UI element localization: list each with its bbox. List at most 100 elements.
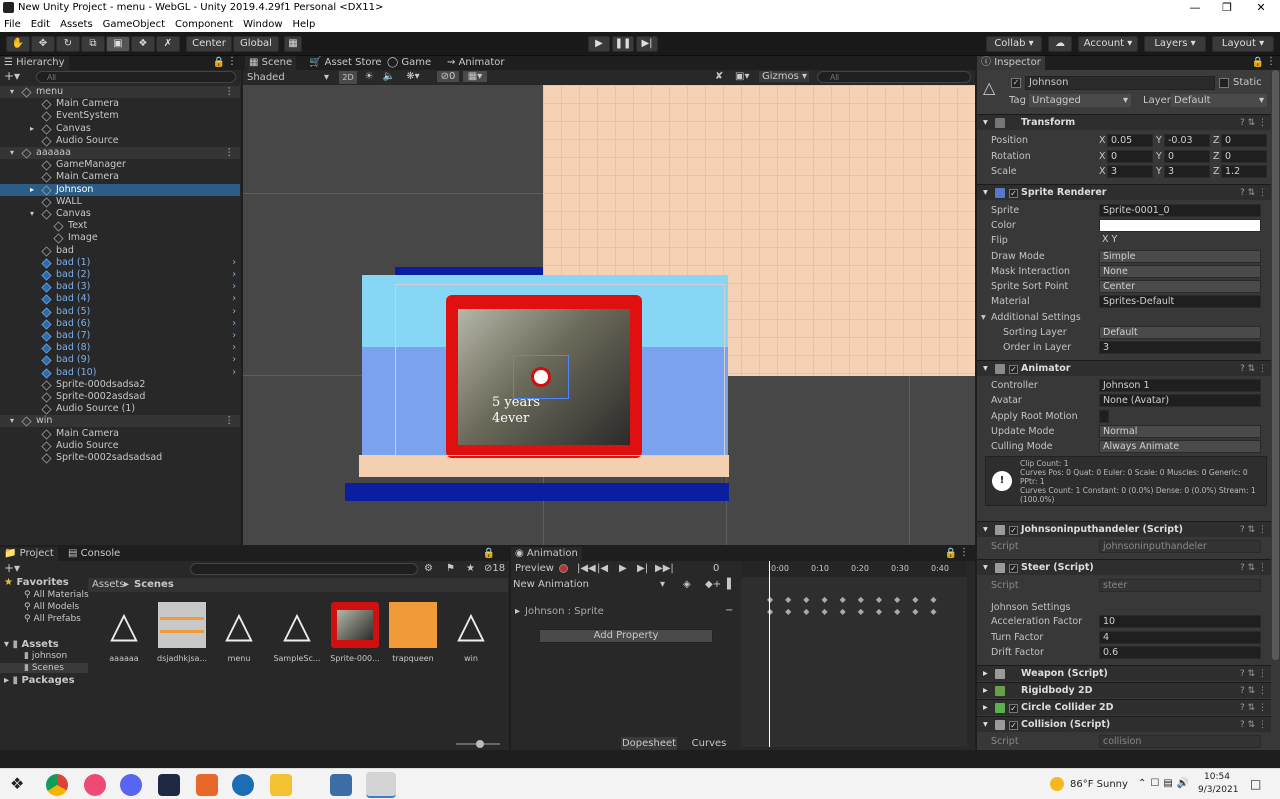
app-icon[interactable] xyxy=(196,774,218,796)
minimize-button[interactable]: — xyxy=(1180,0,1210,16)
favorite-star-icon[interactable]: ★ xyxy=(466,563,475,574)
itunes-icon[interactable] xyxy=(84,774,106,796)
johnsoninputhandeler-header[interactable]: ▾ ✓ Johnsoninputhandeler (Script)? ⇅ ⋮ xyxy=(977,521,1271,537)
filter-type-icon[interactable]: ⚙ xyxy=(424,563,433,574)
rotation-z-field[interactable]: 0 xyxy=(1221,149,1267,163)
component-menu-icon[interactable]: ? ⇅ ⋮ xyxy=(1240,522,1267,538)
component-menu-icon[interactable]: ? ⇅ ⋮ xyxy=(1240,560,1267,576)
field-value[interactable]: 10 xyxy=(1099,615,1261,628)
hierarchy-item[interactable]: Main Camera xyxy=(0,428,240,440)
play-icon[interactable]: ▶ xyxy=(619,563,627,574)
lighting-icon[interactable]: ☀ xyxy=(361,71,377,82)
hidden-packages-count[interactable]: ⊘18 xyxy=(484,563,505,574)
cloud-icon[interactable]: ☁ xyxy=(1048,36,1072,52)
additional-settings-foldout[interactable]: ▾ Additional Settings xyxy=(977,310,1271,325)
transform-tool-icon[interactable]: ❖ xyxy=(131,36,155,52)
first-key-icon[interactable]: |◀◀ xyxy=(577,563,596,574)
pause-button[interactable]: ❚❚ xyxy=(612,36,634,52)
chevron-right-icon[interactable]: › xyxy=(232,318,236,330)
field-value[interactable]: Johnson 1 xyxy=(1099,379,1261,392)
add-property-button[interactable]: Add Property xyxy=(539,629,713,643)
hierarchy-item[interactable]: bad (6) › xyxy=(0,318,240,330)
kebab-menu-icon[interactable]: ⋮ xyxy=(225,415,235,427)
assets-folder[interactable]: ▾ ▮ Assets xyxy=(4,639,59,650)
hierarchy-item[interactable]: Sprite-000dsadsa2 xyxy=(0,379,240,391)
chrome-icon[interactable] xyxy=(46,774,68,796)
record-icon[interactable] xyxy=(559,564,568,573)
order-in-layer-field[interactable]: 3 xyxy=(1099,341,1261,354)
kebab-menu-icon[interactable]: ⋮ xyxy=(225,147,235,159)
tab-asset-store[interactable]: 🛒 Asset Store xyxy=(305,56,386,70)
hierarchy-item[interactable]: GameManager xyxy=(0,159,240,171)
chevron-right-icon[interactable]: › xyxy=(232,354,236,366)
slider-thumb[interactable] xyxy=(476,740,484,748)
asset-item[interactable]: △ aaaaaa xyxy=(99,602,149,664)
chevron-right-icon[interactable]: › xyxy=(232,269,236,281)
asset-item[interactable]: △ SampleSc... xyxy=(272,602,322,664)
field-value[interactable]: 4 xyxy=(1099,630,1261,644)
layers-dropdown[interactable]: Layers ▾ xyxy=(1144,36,1206,52)
tab-console[interactable]: ▤ Console xyxy=(64,547,124,561)
lock-icon[interactable]: 🔒 xyxy=(483,548,495,559)
position-x-field[interactable]: 0.05 xyxy=(1107,134,1153,147)
asset-item[interactable]: △ win xyxy=(446,602,496,664)
pivot-global-toggle[interactable]: Global xyxy=(233,36,279,52)
hierarchy-item[interactable]: bad (2) › xyxy=(0,269,240,281)
kebab-menu-icon[interactable]: ⋮ xyxy=(225,86,235,98)
move-gizmo-icon[interactable] xyxy=(531,367,551,387)
menu-component[interactable]: Component xyxy=(175,19,233,30)
add-event-icon[interactable]: ▌ xyxy=(727,579,735,590)
position-y-field[interactable]: -0.03 xyxy=(1164,134,1210,147)
rotate-tool-icon[interactable]: ↻ xyxy=(56,36,80,52)
tab-animation[interactable]: ◉ Animation xyxy=(511,547,582,561)
inspector-scrollbar[interactable] xyxy=(1272,70,1279,660)
weather-icon[interactable] xyxy=(1050,777,1064,791)
hierarchy-item[interactable]: Main Camera xyxy=(0,98,240,110)
menu-edit[interactable]: Edit xyxy=(31,19,50,30)
enabled-checkbox[interactable]: ✓ xyxy=(1009,365,1018,374)
component-header[interactable]: ▸ Weapon (Script)? ⇅ ⋮ xyxy=(977,665,1271,681)
close-button[interactable]: ✕ xyxy=(1246,0,1276,16)
kebab-menu-icon[interactable]: ⋮ xyxy=(959,547,969,558)
scene-search-input[interactable] xyxy=(817,71,971,83)
tools-icon[interactable]: ✘ xyxy=(715,71,729,82)
rotation-x-field[interactable]: 0 xyxy=(1107,149,1153,163)
hierarchy-item[interactable]: bad (7) › xyxy=(0,330,240,342)
hierarchy-item[interactable]: WALL xyxy=(0,196,240,208)
component-menu-icon[interactable]: ? ⇅ ⋮ xyxy=(1240,700,1267,716)
collab-dropdown[interactable]: Collab ▾ xyxy=(986,36,1042,52)
menu-gameobject[interactable]: GameObject xyxy=(103,19,165,30)
lock-icon[interactable]: 🔒 xyxy=(945,548,957,559)
property-options-icon[interactable]: − xyxy=(725,605,733,616)
notification-icon[interactable]: □ xyxy=(1250,777,1261,791)
prev-key-icon[interactable]: |◀ xyxy=(597,563,608,574)
active-checkbox[interactable]: ✓ xyxy=(1011,78,1021,88)
foldout-arrow-icon[interactable]: ▾ xyxy=(10,147,14,159)
hierarchy-item[interactable]: EventSystem xyxy=(0,110,240,122)
expand-arrow-icon[interactable]: ▸ xyxy=(515,606,520,617)
custom-tool-icon[interactable]: ✗ xyxy=(156,36,180,52)
chevron-right-icon[interactable]: › xyxy=(232,293,236,305)
chevron-right-icon[interactable]: › xyxy=(232,281,236,293)
hierarchy-item[interactable]: ▸ Johnson xyxy=(0,183,240,196)
hierarchy-scene-row[interactable]: ▾ aaaaaa ⋮ xyxy=(0,147,240,159)
lock-icon[interactable]: 🔒 xyxy=(213,57,225,68)
tab-project[interactable]: 📁 Project xyxy=(0,547,58,561)
discord-icon[interactable] xyxy=(120,774,142,796)
app-icon[interactable] xyxy=(330,774,352,796)
hierarchy-item[interactable]: bad (4) › xyxy=(0,293,240,305)
weather-text[interactable]: 86°F Sunny xyxy=(1070,779,1128,790)
curves-tab[interactable]: Curves xyxy=(681,737,737,750)
hierarchy-item[interactable]: Text xyxy=(0,220,240,232)
app-icon[interactable] xyxy=(232,774,254,796)
dopesheet-tab[interactable]: Dopesheet xyxy=(621,737,677,750)
hierarchy-item[interactable]: Audio Source xyxy=(0,135,240,147)
foldout-arrow-icon[interactable]: ▾ xyxy=(30,208,34,220)
timeline[interactable]: 0:00 0:10 0:20 0:30 0:40 ◆◆◆◆◆◆◆◆◆◆ ◆◆◆◆… xyxy=(741,561,967,747)
step-button[interactable]: ▶| xyxy=(636,36,658,52)
asset-item[interactable]: Sprite-000... xyxy=(330,602,380,663)
position-z-field[interactable]: 0 xyxy=(1221,134,1267,147)
hierarchy-item[interactable]: bad (9) › xyxy=(0,354,240,366)
chevron-right-icon[interactable]: › xyxy=(232,330,236,342)
rotation-y-field[interactable]: 0 xyxy=(1164,149,1210,163)
